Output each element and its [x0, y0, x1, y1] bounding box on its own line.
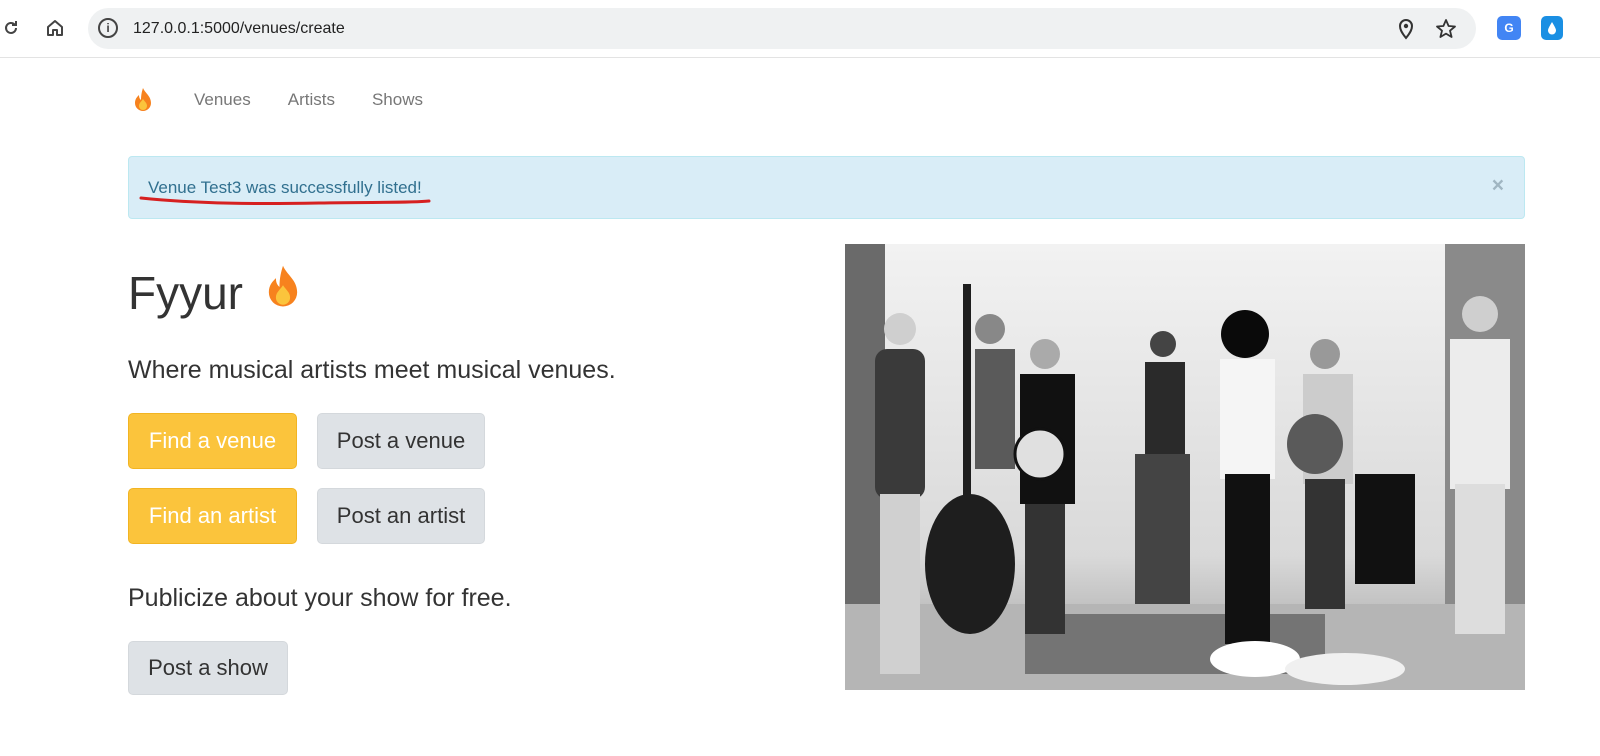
- post-show-button[interactable]: Post a show: [128, 641, 288, 695]
- url-text[interactable]: 127.0.0.1:5000/venues/create: [133, 20, 345, 38]
- extension-drop-icon[interactable]: [1541, 16, 1563, 40]
- nav-venues[interactable]: Venues: [194, 90, 251, 110]
- site-title: Fyyur: [128, 266, 243, 319]
- google-translate-icon[interactable]: G: [1497, 16, 1521, 40]
- nav-artists[interactable]: Artists: [288, 90, 335, 110]
- flash-alert: Venue Test3 was successfully listed! ×: [128, 156, 1525, 219]
- reload-icon[interactable]: [0, 17, 22, 39]
- publicize-text: Publicize about your show for free.: [128, 584, 512, 612]
- find-venue-button[interactable]: Find a venue: [128, 413, 297, 469]
- find-artist-button[interactable]: Find an artist: [128, 488, 297, 544]
- flame-icon[interactable]: [128, 85, 158, 115]
- post-venue-button[interactable]: Post a venue: [317, 413, 485, 469]
- alert-close-button[interactable]: ×: [1492, 174, 1504, 198]
- tagline: Where musical artists meet musical venue…: [128, 356, 616, 384]
- hero-band-photo: [845, 244, 1525, 690]
- browser-toolbar: i 127.0.0.1:5000/venues/create G: [0, 0, 1600, 58]
- flame-icon: [265, 264, 301, 321]
- red-underline-annotation: [139, 196, 431, 205]
- main-navbar: Venues Artists Shows: [128, 82, 460, 118]
- bookmark-star-icon[interactable]: [1435, 18, 1457, 40]
- nav-shows[interactable]: Shows: [372, 90, 423, 110]
- site-info-icon[interactable]: i: [98, 18, 118, 38]
- home-icon[interactable]: [44, 17, 66, 39]
- post-artist-button[interactable]: Post an artist: [317, 488, 485, 544]
- page-title: Fyyur: [128, 264, 301, 321]
- location-icon[interactable]: [1395, 18, 1417, 40]
- address-bar[interactable]: i 127.0.0.1:5000/venues/create: [88, 8, 1476, 49]
